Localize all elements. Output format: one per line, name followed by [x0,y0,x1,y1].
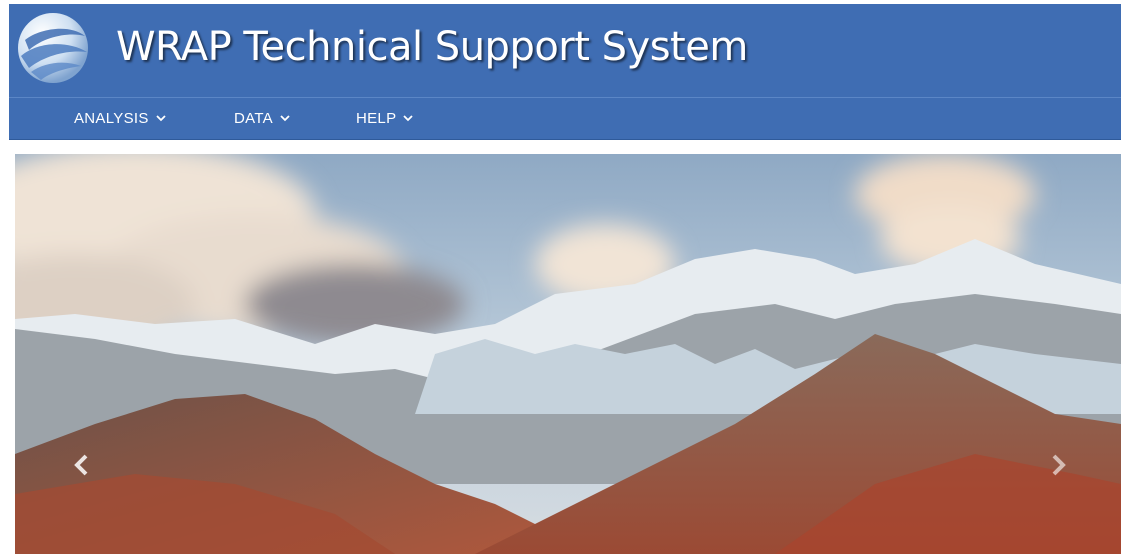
main-nav: ANALYSIS DATA HELP [9,97,1121,140]
chevron-down-icon [280,115,290,122]
chevron-down-icon [403,115,414,122]
nav-data[interactable]: DATA [234,110,290,127]
nav-data-label: DATA [234,110,273,127]
chevron-right-icon[interactable] [1043,450,1073,480]
hero-carousel [15,154,1121,554]
site-header: WRAP Technical Support System ANALYSIS D… [9,4,1121,140]
swirl-globe-icon[interactable] [15,10,91,86]
site-title[interactable]: WRAP Technical Support System [116,24,748,70]
mountain-landscape-photo [15,154,1121,554]
title-bar: WRAP Technical Support System [9,4,1121,97]
nav-help-label: HELP [356,110,397,127]
chevron-down-icon [156,115,166,122]
chevron-left-icon[interactable] [67,450,97,480]
nav-help[interactable]: HELP [356,110,414,127]
nav-analysis-label: ANALYSIS [74,110,149,127]
nav-analysis[interactable]: ANALYSIS [74,110,166,127]
